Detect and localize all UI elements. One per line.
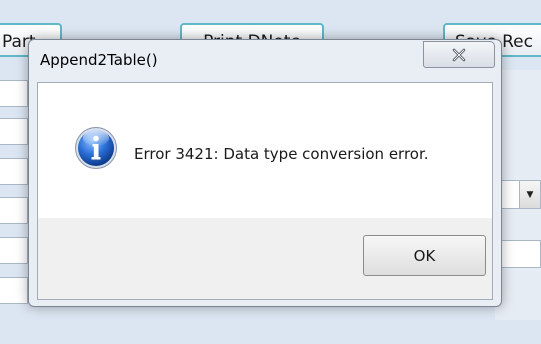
form-field-4[interactable] xyxy=(0,197,28,224)
title-bar[interactable]: Append2Table() xyxy=(29,40,501,82)
form-field-6[interactable] xyxy=(0,277,28,304)
form-field-5[interactable] xyxy=(0,237,28,264)
ok-button[interactable]: OK xyxy=(363,235,486,276)
chevron-down-icon[interactable]: ▼ xyxy=(519,181,540,208)
message-dialog: Append2Table() Error 3421: Data type con… xyxy=(28,39,502,307)
combo-box[interactable]: ▼ xyxy=(497,180,541,209)
dialog-content: Error 3421: Data type conversion error. … xyxy=(37,82,493,300)
message-area: Error 3421: Data type conversion error. xyxy=(38,83,492,218)
form-field-1[interactable] xyxy=(0,80,28,107)
close-button[interactable] xyxy=(423,41,495,68)
close-icon xyxy=(452,48,466,61)
dialog-title: Append2Table() xyxy=(40,51,158,69)
form-field-2[interactable] xyxy=(0,118,28,145)
error-message: Error 3421: Data type conversion error. xyxy=(134,145,429,163)
form-field-right[interactable] xyxy=(497,240,541,268)
info-icon xyxy=(75,127,117,169)
form-field-3[interactable] xyxy=(0,158,28,185)
